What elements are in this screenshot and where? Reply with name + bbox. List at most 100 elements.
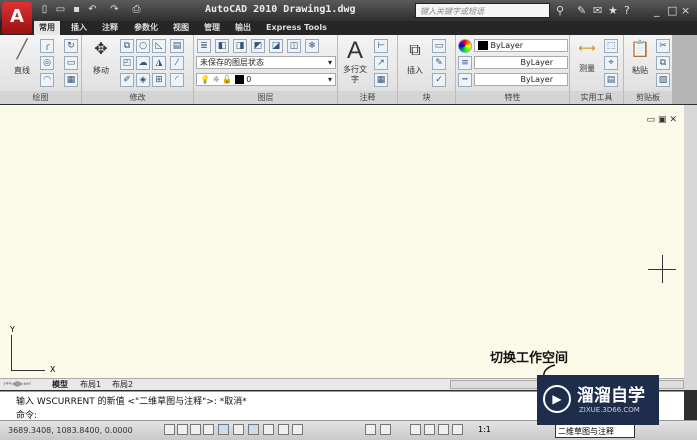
- leader-icon[interactable]: ↗: [374, 56, 388, 70]
- scale-icon[interactable]: ◰: [120, 56, 134, 70]
- rotate-icon[interactable]: ↻: [64, 39, 78, 53]
- tab-output[interactable]: 输出: [230, 21, 256, 35]
- search-input[interactable]: 键入关键字或短语: [415, 3, 550, 18]
- attribute-icon[interactable]: ✓: [432, 73, 446, 87]
- edit-block-icon[interactable]: ✎: [432, 56, 446, 70]
- osnap-toggle[interactable]: [218, 424, 229, 435]
- rotate-object-icon[interactable]: ○: [136, 39, 150, 53]
- measure-icon[interactable]: ⟷: [574, 41, 600, 55]
- mtext-button[interactable]: 多行文字: [342, 65, 368, 85]
- linetype-icon[interactable]: ≡: [458, 56, 472, 70]
- panel-layers-label[interactable]: 图层: [194, 91, 337, 104]
- showmotion-icon[interactable]: [452, 424, 463, 435]
- zoom-icon[interactable]: [424, 424, 435, 435]
- qp-toggle[interactable]: [292, 424, 303, 435]
- dimension-icon[interactable]: ⊢: [374, 39, 388, 53]
- maximize-button[interactable]: □: [667, 4, 677, 17]
- layer-properties-icon[interactable]: ≣: [197, 39, 211, 53]
- color-wheel-icon[interactable]: [458, 39, 472, 53]
- calculator-icon[interactable]: ▤: [604, 73, 618, 87]
- trim-icon[interactable]: ◺: [152, 39, 166, 53]
- close-button[interactable]: ×: [681, 4, 690, 17]
- explode-icon[interactable]: ◈: [136, 73, 150, 87]
- paste-button[interactable]: 粘贴: [628, 65, 652, 76]
- tab-layout2[interactable]: 布局2: [112, 379, 133, 390]
- mirror-icon[interactable]: ◮: [152, 56, 166, 70]
- table-icon[interactable]: ▦: [374, 73, 388, 87]
- communication-icon[interactable]: ✉: [593, 4, 602, 17]
- binoculars-icon[interactable]: ⚲: [556, 4, 564, 17]
- panel-modify-label[interactable]: 修改: [82, 91, 193, 104]
- vertical-scrollbar[interactable]: [684, 105, 697, 390]
- panel-properties-label[interactable]: 特性: [456, 91, 569, 104]
- polyline-icon[interactable]: ╭: [40, 39, 54, 53]
- tab-model[interactable]: 模型: [52, 379, 68, 390]
- dyn-toggle[interactable]: [263, 424, 274, 435]
- layer-state-dropdown[interactable]: 未保存的图层状态 ▾: [196, 56, 336, 69]
- line-icon[interactable]: ╱: [8, 39, 36, 60]
- minimize-button[interactable]: _: [654, 4, 660, 17]
- lineweight-dropdown[interactable]: ByLayer: [474, 73, 568, 86]
- save-icon[interactable]: ▪: [70, 4, 83, 16]
- model-space-button[interactable]: [365, 424, 376, 435]
- viewport-window-controls[interactable]: ▭▣✕: [646, 115, 680, 125]
- circle-icon[interactable]: ◎: [40, 56, 54, 70]
- tab-parametric[interactable]: 参数化: [129, 21, 163, 35]
- panel-clipboard-label[interactable]: 剪贴板: [624, 91, 672, 104]
- insert-block-icon[interactable]: ⧉: [404, 40, 426, 60]
- drawing-canvas[interactable]: ▭▣✕ Y X 切换工作空间: [0, 105, 684, 382]
- grid-toggle[interactable]: [177, 424, 188, 435]
- otrack-toggle[interactable]: [233, 424, 244, 435]
- select-similar-icon[interactable]: ⌖: [604, 56, 618, 70]
- annotation-scale[interactable]: 1:1: [478, 425, 491, 434]
- move-button[interactable]: 移动: [88, 65, 114, 76]
- panel-annotation-label[interactable]: 注释: [338, 91, 397, 104]
- fillet-icon[interactable]: ◜: [170, 73, 184, 87]
- lineweight-icon[interactable]: ┅: [458, 73, 472, 87]
- layer-isolate-icon[interactable]: ◨: [233, 39, 247, 53]
- cut-icon[interactable]: ✂: [656, 39, 670, 53]
- layer-state-icon[interactable]: ◧: [215, 39, 229, 53]
- copy-icon[interactable]: ⧉: [120, 39, 134, 53]
- wrench-icon[interactable]: ✎: [577, 4, 586, 17]
- undo-icon[interactable]: ↶: [86, 4, 99, 16]
- quick-view-button[interactable]: [380, 424, 391, 435]
- new-icon[interactable]: ▯: [38, 4, 51, 16]
- tab-express-tools[interactable]: Express Tools: [261, 21, 332, 35]
- application-menu-button[interactable]: A: [2, 2, 32, 34]
- line-button[interactable]: 直线: [8, 65, 36, 76]
- panel-draw-label[interactable]: 绘图: [0, 91, 81, 104]
- color-dropdown[interactable]: ByLayer: [474, 39, 568, 52]
- panel-utilities-label[interactable]: 实用工具: [570, 91, 623, 104]
- tab-annotate[interactable]: 注释: [97, 21, 123, 35]
- pan-icon[interactable]: [410, 424, 421, 435]
- move-icon[interactable]: ✥: [88, 39, 114, 58]
- coordinates-readout[interactable]: 3689.3408, 1083.8400, 0.0000: [8, 426, 133, 435]
- tab-nav-arrows[interactable]: ⏮◀▶⏭: [4, 379, 31, 389]
- quick-select-icon[interactable]: ⬚: [604, 39, 618, 53]
- polar-toggle[interactable]: [203, 424, 214, 435]
- array-icon[interactable]: ▤: [170, 39, 184, 53]
- paste-icon[interactable]: 📋: [628, 39, 652, 58]
- text-icon[interactable]: A: [342, 37, 368, 65]
- panel-block-label[interactable]: 块: [398, 91, 455, 104]
- workspace-switcher[interactable]: 二维草图与注释: [555, 423, 635, 438]
- steeringwheel-icon[interactable]: [438, 424, 449, 435]
- erase-icon[interactable]: ✐: [120, 73, 134, 87]
- rectangle-icon[interactable]: ▭: [64, 56, 78, 70]
- open-icon[interactable]: ▭: [54, 4, 67, 16]
- ducs-toggle[interactable]: [248, 424, 259, 435]
- rect-array-icon[interactable]: ⊞: [152, 73, 166, 87]
- match-properties-icon[interactable]: ▨: [656, 73, 670, 87]
- copy-clip-icon[interactable]: ⧉: [656, 56, 670, 70]
- tab-insert[interactable]: 插入: [66, 21, 92, 35]
- layer-match-icon[interactable]: ◪: [269, 39, 283, 53]
- tab-view[interactable]: 视图: [168, 21, 194, 35]
- snap-toggle[interactable]: [164, 424, 175, 435]
- favorites-star-icon[interactable]: ★: [608, 4, 618, 17]
- layer-off-icon[interactable]: ◫: [287, 39, 301, 53]
- tab-home[interactable]: 常用: [34, 21, 60, 35]
- layer-unisolate-icon[interactable]: ◩: [251, 39, 265, 53]
- stretch-icon[interactable]: ☁: [136, 56, 150, 70]
- break-icon[interactable]: ⁄: [170, 56, 184, 70]
